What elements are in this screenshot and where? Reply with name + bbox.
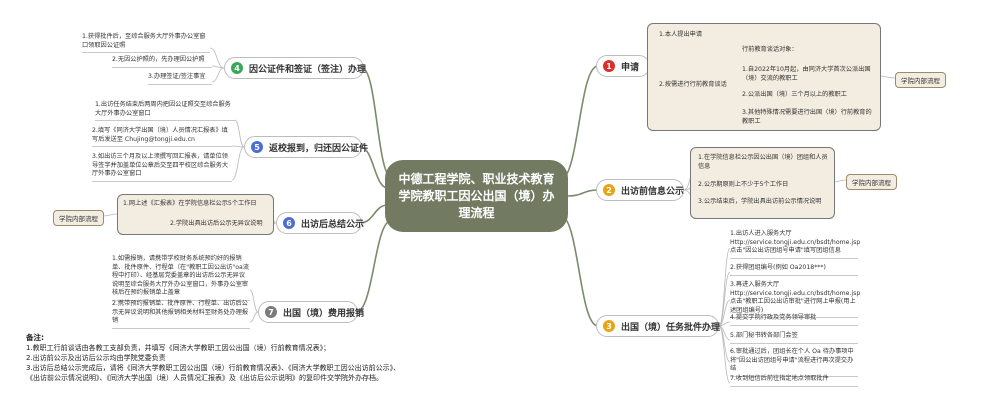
- note-line-4: 《出访前公示情况说明》、《同济大学出国（境）人员情况汇报表》及《出访后公示说明》…: [26, 374, 383, 382]
- link-center-b3: [559, 214, 599, 327]
- branch-post-publicity-label: 出访后总结公示: [301, 219, 365, 230]
- edu-target-2: 2.公派出国（境）三个月以上的教职工: [742, 91, 847, 98]
- branch-approval[interactable]: 3 出国（境）任务批件办理: [596, 315, 721, 337]
- link-center-b2: [567, 189, 599, 197]
- note-line-1: 1.教职工行前谈话由各教工支部负责，并填写《同济大学教职工因公出国（境）行前教育…: [26, 344, 331, 352]
- leaf-approval-1: 1.出访人进入服务大厅 Http://service.tongji.edu.cn…: [730, 230, 860, 259]
- branch-reimbursement[interactable]: 7 出国（境）费用报销: [258, 301, 364, 323]
- link-b5-l3: [231, 146, 245, 181]
- tag-internal-1: 学院内部流程: [895, 72, 946, 88]
- branch-return-label: 返校报到，归还因公证件: [269, 143, 369, 154]
- note-line-2: 2.出访前公示及出访后公示均由学院党委负责: [26, 354, 166, 362]
- link-b7-l1: [249, 289, 259, 313]
- link-center-b1: [559, 65, 599, 181]
- leaf-return-2: 2.填写《同济大学出国（境）人员情况汇报表》填写后发送至 Chujing@ton…: [92, 127, 232, 148]
- leaf-post-2: 2.学院出具出访后公示无异议说明: [170, 220, 263, 227]
- notes-title: 备注:: [26, 333, 44, 342]
- link-center-b7: [355, 219, 393, 313]
- leaf-pre-2: 2.公示期原则上不少于5个工作日: [698, 181, 789, 188]
- link-tag-1: [878, 75, 896, 79]
- leaf-reimb-1: 1.如需报销，请携带学校财务系统预约好的报销单、批件原件、行程单（在"教职工因公…: [112, 255, 250, 301]
- branch-return[interactable]: 5 返校报到，归还因公证件: [244, 136, 368, 158]
- central-topic-text: 中德工程学院、职业技术教育学院教职工因公出国（境）办理流程: [398, 171, 555, 220]
- leaf-approval-7: 7.收到短信后前往指定地点领取批件: [730, 375, 858, 387]
- branch-passport-visa[interactable]: 4 因公证件和签证（签注）办理: [224, 57, 367, 79]
- leaf-approval-3: 3.再进入服务大厅 Http://service.tongji.edu.cn/b…: [730, 281, 860, 319]
- num-badge-2: 2: [603, 184, 615, 196]
- branch-pre-publicity[interactable]: 2 出访前信息公示: [596, 179, 684, 201]
- tag-internal-2: 学院内部流程: [846, 174, 897, 190]
- num-badge-4: 4: [231, 62, 243, 74]
- leaf-approval-4: 4.提交学院行政及党务领导审批: [730, 314, 858, 326]
- branch-apply[interactable]: 1 申请: [596, 55, 650, 77]
- leaf-return-3: 3.如出访三个月及以上须撰写回汇报表，请单位领导签字并加盖单位公章后交至四平校区…: [92, 153, 232, 182]
- leaf-approval-6: 6.审批通过后，团组长在个人 Oa 待办事项中将"因公出访团组号申请"流程进行再…: [730, 348, 858, 377]
- central-topic: 中德工程学院、职业技术教育学院教职工因公出国（境）办理流程: [385, 160, 568, 232]
- notes-section: 备注: 1.教职工行前谈话由各教工支部负责，并填写《同济大学教职工因公出国（境）…: [26, 333, 426, 383]
- leaf-pre-1: 1.在学院信息栏公示因公出国（境）团组和人员信息: [698, 154, 828, 170]
- link-b4-l1: [209, 47, 225, 69]
- link-b3-l7: [718, 325, 731, 384]
- num-badge-3: 3: [603, 320, 615, 332]
- edu-target-head: 行前教育谈话对象：: [742, 46, 798, 53]
- branch-reimbursement-label: 出国（境）费用报销: [283, 308, 365, 319]
- branch-post-publicity[interactable]: 6 出访后总结公示: [276, 212, 365, 234]
- leaf-passport-1: 1.获得批件后，至综合服务大厅外事办公室窗口领取因公证照: [82, 33, 210, 54]
- branch-approval-label: 出国（境）任务批件办理: [621, 322, 721, 333]
- link-b3-l2: [718, 271, 731, 327]
- num-badge-7: 7: [265, 306, 277, 318]
- link-b5-l1: [234, 119, 245, 148]
- leaf-apply-2: 2.按需进行行前教育谈话: [659, 81, 727, 88]
- num-badge-6: 6: [283, 217, 295, 229]
- num-badge-1: 1: [603, 60, 615, 72]
- leaf-passport-2: 2.无因公护照的，先办理因公护照: [112, 56, 212, 68]
- leaf-reimb-2: 2.携带预约报销单、批件原件、行程单、出访后公示无异议说明和其他报销相关材料至财…: [112, 300, 250, 329]
- link-b4-l3: [211, 67, 225, 83]
- leaf-passport-3: 3.办理签证/签注事宜: [148, 73, 212, 85]
- branch-apply-label: 申请: [621, 62, 640, 73]
- branch-passport-visa-label: 因公证件和签证（签注）办理: [249, 64, 367, 75]
- leaf-approval-5: 5.部门秘书转各部门会签: [730, 332, 858, 344]
- link-b7-l2: [249, 311, 259, 323]
- leaf-pre-3: 3.公示结束后，学院出具出访前公示情况说明: [698, 198, 822, 205]
- link-b5-l2: [231, 145, 245, 148]
- link-center-b4: [361, 67, 393, 179]
- leaf-post-1: 1.网上述《汇报表》在学院信息栏公示5个工作日: [123, 200, 257, 207]
- link-tag-3: [102, 213, 118, 217]
- edu-target-3: 3.其他特殊情况需要进行出国（境）行前教育的教职工: [742, 109, 872, 125]
- leaf-return-1: 1.出访任务结束后两周内把因公证照交至综合服务大厅外事办公室窗口: [95, 101, 235, 122]
- edu-target-1: 1.自2022年10月起，由同济大学首次公派出国（境）交流的教职工: [742, 66, 871, 82]
- tag-internal-3: 学院内部流程: [53, 210, 104, 226]
- link-center-b6: [359, 204, 389, 224]
- note-line-3: 3.出访后总结公示完成后，请将《同济大学教职工因公出国（境）行前教育情况表》、《…: [26, 364, 401, 372]
- num-badge-5: 5: [251, 141, 263, 153]
- leaf-apply-1: 1.本人提出申请: [659, 31, 703, 38]
- leaf-approval-2: 2.获得团组编号(例如 Oa2018***): [730, 264, 858, 276]
- branch-pre-publicity-label: 出访前信息公示: [621, 186, 685, 197]
